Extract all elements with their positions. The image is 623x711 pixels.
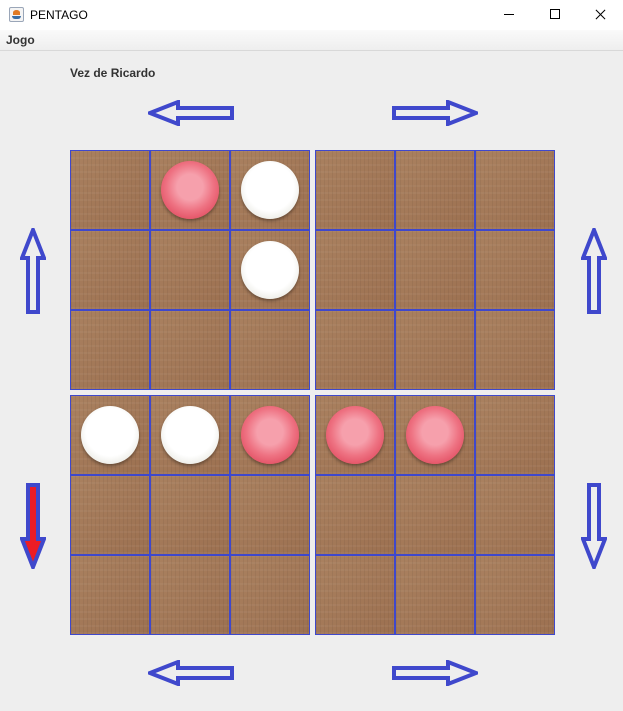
white-piece [81,406,139,464]
board-cell[interactable] [230,310,310,390]
board-cell[interactable] [475,555,555,635]
board-cell[interactable] [150,475,230,555]
board-cell[interactable] [150,230,230,310]
rotate-arrow-left-icon[interactable] [148,660,234,686]
board-cell[interactable] [230,475,310,555]
board-cell[interactable] [395,150,475,230]
board-cell[interactable] [230,395,310,475]
board-cell[interactable] [230,150,310,230]
board-cell[interactable] [475,475,555,555]
board-cell[interactable] [70,475,150,555]
board-cell[interactable] [150,555,230,635]
red-piece [326,406,384,464]
board-cell[interactable] [315,150,395,230]
board-cell[interactable] [395,395,475,475]
rotate-arrow-down-icon[interactable] [20,483,46,569]
java-app-icon [9,7,24,22]
board-cell[interactable] [70,395,150,475]
quadrant-top-right [315,150,555,390]
board-cell[interactable] [475,310,555,390]
quadrant-bottom-right [315,395,555,635]
board-cell[interactable] [150,310,230,390]
white-piece [161,406,219,464]
board-cell[interactable] [395,310,475,390]
rotate-arrow-right-icon[interactable] [392,660,478,686]
red-piece [161,161,219,219]
board-cell[interactable] [395,555,475,635]
rotate-arrow-down-icon[interactable] [581,483,607,569]
board-cell[interactable] [395,475,475,555]
title-bar: PENTAGO [0,0,623,30]
rotate-arrow-up-icon[interactable] [581,228,607,314]
board-cell[interactable] [315,475,395,555]
white-piece [241,241,299,299]
minimize-button[interactable] [486,0,532,30]
board-cell[interactable] [475,230,555,310]
rotate-arrow-up-icon[interactable] [20,228,46,314]
menu-jogo[interactable]: Jogo [6,33,35,47]
board-cell[interactable] [150,395,230,475]
board-cell[interactable] [230,555,310,635]
close-button[interactable] [577,0,623,30]
menu-bar: Jogo [0,30,623,51]
window-title: PENTAGO [30,8,88,22]
maximize-button[interactable] [532,0,578,30]
red-piece [406,406,464,464]
board-cell[interactable] [70,230,150,310]
rotate-arrow-left-icon[interactable] [148,100,234,126]
board-cell[interactable] [475,395,555,475]
board-cell[interactable] [150,150,230,230]
board-cell[interactable] [315,230,395,310]
board-cell[interactable] [70,150,150,230]
quadrant-top-left [70,150,310,390]
board-cell[interactable] [230,230,310,310]
board-cell[interactable] [475,150,555,230]
board-cell[interactable] [315,310,395,390]
board-cell[interactable] [395,230,475,310]
white-piece [241,161,299,219]
red-piece [241,406,299,464]
board-cell[interactable] [315,395,395,475]
quadrant-bottom-left [70,395,310,635]
rotate-arrow-right-icon[interactable] [392,100,478,126]
board-cell[interactable] [315,555,395,635]
board-cell[interactable] [70,555,150,635]
board-cell[interactable] [70,310,150,390]
turn-status: Vez de Ricardo [70,66,156,80]
